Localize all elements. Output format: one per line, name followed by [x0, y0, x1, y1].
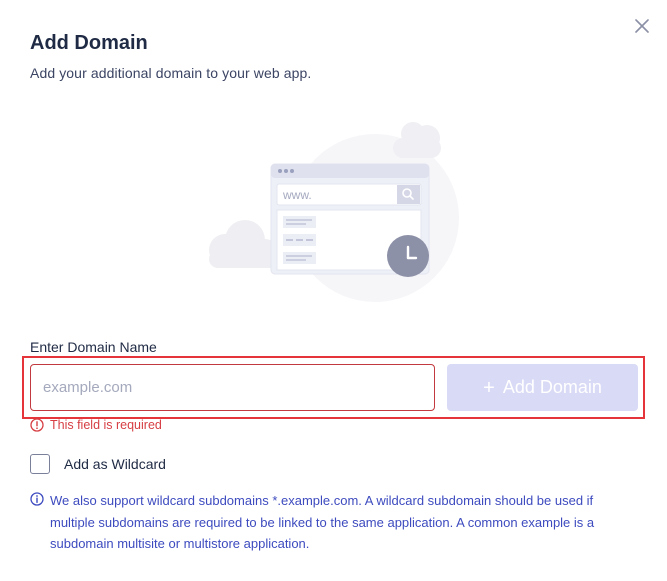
add-domain-dialog: Add Domain Add your additional domain to…: [0, 0, 667, 581]
info-icon: [30, 492, 44, 506]
validation-error: This field is required: [30, 418, 162, 432]
close-icon: [635, 19, 649, 33]
wildcard-checkbox[interactable]: [30, 454, 50, 474]
address-bar-text: www.: [282, 188, 312, 202]
error-icon: [30, 418, 44, 432]
domain-name-input[interactable]: [30, 364, 435, 411]
add-domain-button-label: Add Domain: [502, 377, 602, 397]
add-domain-button[interactable]: + Add Domain: [447, 364, 638, 411]
domain-name-label: Enter Domain Name: [30, 339, 157, 355]
domain-illustration: www.: [205, 118, 465, 303]
close-button[interactable]: [632, 16, 652, 36]
validation-error-text: This field is required: [50, 418, 162, 432]
wildcard-label[interactable]: Add as Wildcard: [64, 456, 166, 472]
wildcard-info-text: We also support wildcard subdomains *.ex…: [50, 493, 595, 551]
wildcard-info: We also support wildcard subdomains *.ex…: [30, 490, 640, 555]
clock-icon: [387, 235, 429, 277]
plus-icon: +: [483, 376, 495, 399]
wildcard-option: Add as Wildcard: [30, 454, 166, 474]
dialog-title: Add Domain: [30, 32, 148, 54]
dialog-subtitle: Add your additional domain to your web a…: [30, 65, 312, 81]
